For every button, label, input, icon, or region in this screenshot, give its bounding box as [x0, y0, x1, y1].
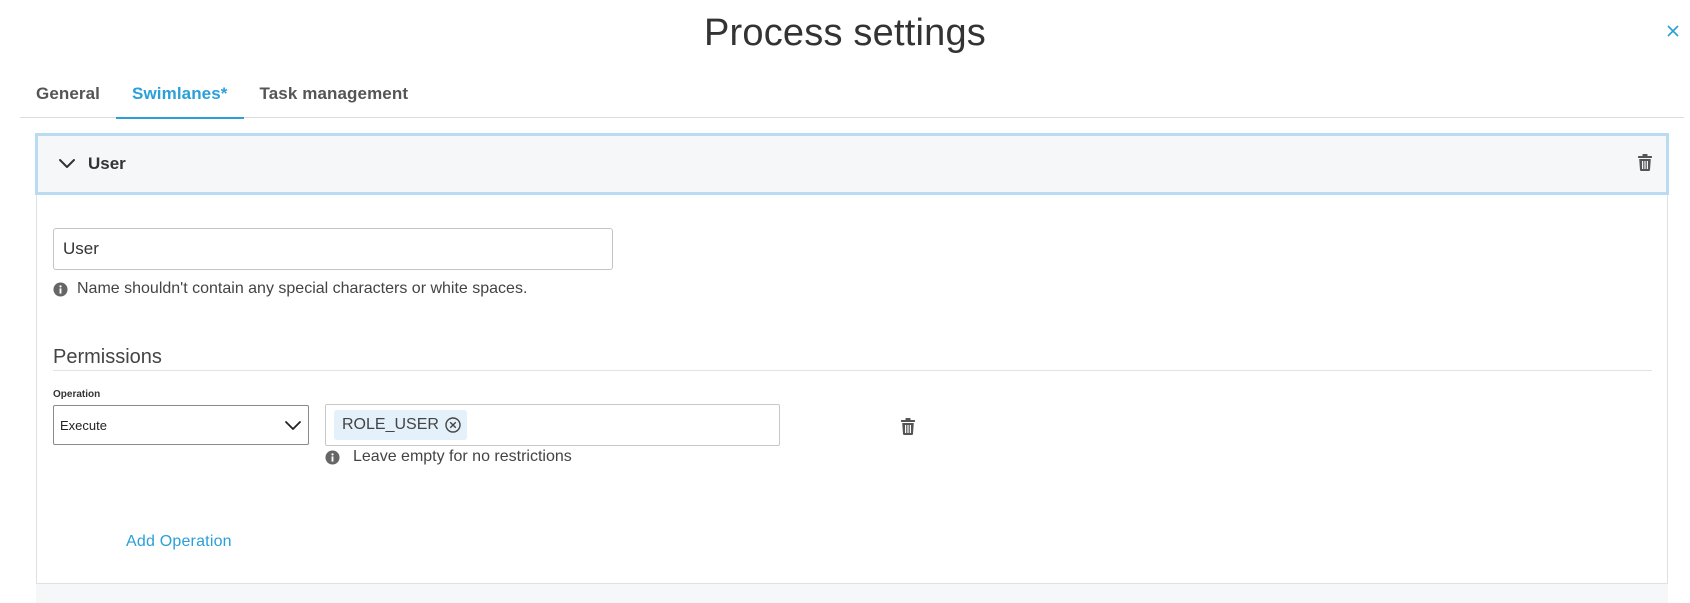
operation-select[interactable]: Execute: [53, 405, 309, 445]
name-hint-text: Name shouldn't contain any special chara…: [77, 280, 528, 297]
add-operation-button[interactable]: Add Operation: [126, 533, 232, 551]
roles-input[interactable]: ROLE_USER: [325, 404, 780, 446]
info-icon: [325, 449, 340, 465]
section-divider: [53, 370, 1652, 371]
info-icon: [53, 281, 68, 297]
remove-role-button[interactable]: [445, 417, 461, 433]
trash-icon: [901, 418, 915, 435]
roles-hint-text: Leave empty for no restrictions: [353, 448, 572, 465]
operation-label: Operation: [53, 389, 101, 400]
tab-general[interactable]: General: [20, 70, 116, 118]
roles-hint: Leave empty for no restrictions: [325, 448, 572, 466]
next-swimlane-header[interactable]: [36, 583, 1668, 603]
role-chip: ROLE_USER: [334, 410, 467, 440]
chevron-down-icon: [285, 421, 301, 430]
permissions-title: Permissions: [53, 346, 162, 368]
name-hint: Name shouldn't contain any special chara…: [53, 280, 527, 298]
delete-swimlane-button[interactable]: [1638, 154, 1652, 176]
swimlane-header-label: User: [88, 154, 126, 173]
swimlane-header[interactable]: User: [35, 133, 1669, 195]
operation-select-value: Execute: [60, 417, 107, 433]
tab-swimlanes[interactable]: Swimlanes*: [116, 70, 244, 119]
trash-icon: [1638, 154, 1652, 171]
swimlane-panel: [36, 133, 1668, 603]
close-icon: [1667, 25, 1679, 37]
page-title: Process settings: [704, 12, 986, 54]
chevron-down-icon[interactable]: [56, 153, 78, 175]
swimlane-name-input[interactable]: [53, 228, 613, 270]
delete-operation-button[interactable]: [901, 418, 915, 440]
tab-task-management[interactable]: Task management: [244, 70, 425, 118]
tab-bar: General Swimlanes* Task management: [20, 70, 1684, 119]
close-button[interactable]: [1662, 20, 1684, 42]
role-chip-label: ROLE_USER: [342, 416, 439, 433]
close-circle-icon: [445, 417, 461, 433]
